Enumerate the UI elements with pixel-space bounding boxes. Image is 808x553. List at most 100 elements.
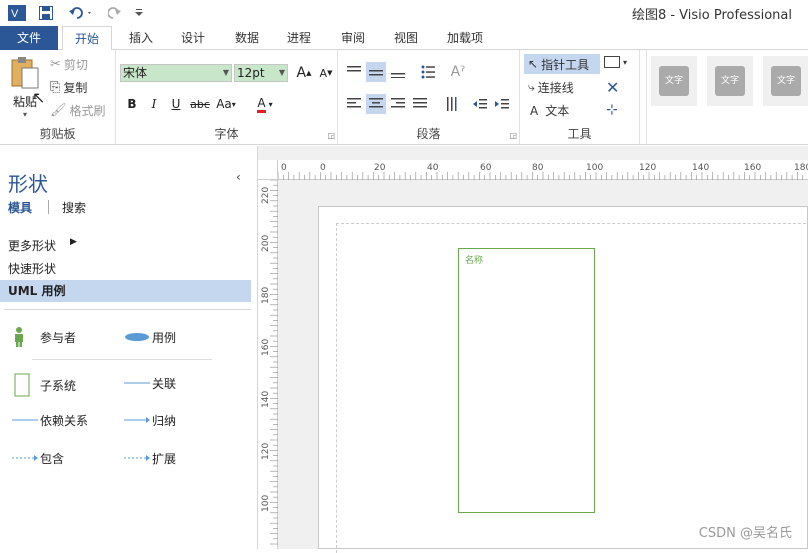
align-left-icon[interactable] [344,94,364,114]
customize-toolbar-icon[interactable] [132,4,146,22]
ruler-tick-label: 140 [692,163,709,173]
subsystem-icon [12,373,40,397]
shape-generalization[interactable]: 归纳 [124,410,176,430]
strikethrough-button[interactable]: abc [188,94,212,114]
grow-font-button[interactable]: A ▲ [294,63,314,83]
cut-button[interactable]: ✂ 剪切 [50,56,88,73]
align-center-icon[interactable] [366,94,386,114]
align-bottom-icon[interactable] [388,62,408,82]
italic-button[interactable]: I [144,94,164,114]
shape-subsystem[interactable]: 子系统 [12,373,76,397]
tab-insert[interactable]: 插入 [118,26,164,50]
dashed-arrow-icon [124,448,152,468]
rectangle-tool-button[interactable]: ▾ [604,56,627,68]
shape-actor[interactable]: 参与者 [12,327,76,347]
shape-association[interactable]: 关联 [124,373,176,393]
increase-indent-icon[interactable] [492,94,512,114]
shape-style-tile[interactable]: 文字 [707,56,753,106]
grow-font-icon: A [296,65,307,81]
text-direction-icon[interactable] [442,94,462,114]
font-size-select[interactable]: 12pt ▼ [234,64,288,82]
undo-icon[interactable] [66,4,96,22]
format-painter-button[interactable]: 🖌 格式刷 [50,102,106,119]
align-top-icon[interactable] [344,62,364,82]
tools-group: ↖ 指针工具 ⤷ 连接线 A 文本 ▾ ✕ ⊹ 工具 [520,50,640,144]
ruler-tick-label: 40 [427,163,439,173]
subsystem-shape[interactable]: 名称 [458,248,595,513]
tab-review[interactable]: 审阅 [330,26,376,50]
change-case-label: Aa [216,97,232,111]
underline-button[interactable]: U [166,94,186,114]
tab-addins[interactable]: 加载项 [436,26,494,50]
collapse-panel-icon[interactable]: ‹ [236,170,241,184]
shape-style-tile[interactable]: 文字 [763,56,808,106]
copy-button[interactable]: ⎘ 复制 [50,79,87,96]
tab-view[interactable]: 视图 [383,26,429,50]
shrink-font-button[interactable]: A ▼ [316,63,336,83]
shape-styles-gallery: 文字 文字 文字 [646,50,808,144]
divider [32,359,212,360]
text-tool-button[interactable]: A 文本 [530,102,569,119]
tab-design[interactable]: 设计 [170,26,216,50]
more-shapes-link[interactable]: 更多形状 ▶ [8,237,77,254]
panel-title: 形状 [8,172,48,196]
change-case-button[interactable]: Aa ▾ [212,94,240,114]
cut-label: 剪切 [63,58,88,72]
ruler-tick-label: 120 [261,443,271,460]
tab-home[interactable]: 开始 [62,26,112,51]
pointer-tool-button[interactable]: ↖ 指针工具 [524,54,600,74]
justify-icon[interactable] [410,94,430,114]
font-group: 宋体 ▼ 12pt ▼ A ▲ A ▼ B I U abc Aa ▾ A ▾ 字体 ◲ [116,50,338,144]
align-right-icon[interactable] [388,94,408,114]
font-color-icon: A [257,96,266,113]
shape-label: 参与者 [40,330,77,345]
ruler-tick-label: 80 [532,163,544,173]
quick-shapes-link[interactable]: 快速形状 [8,260,56,277]
dialog-launcher-icon[interactable]: ◲ [509,131,517,140]
bullets-icon[interactable] [418,62,438,82]
save-icon[interactable] [36,4,56,22]
tab-file[interactable]: 文件 [0,26,58,50]
redo-icon[interactable] [106,4,124,22]
ruler-tick-label: 160 [744,163,761,173]
ruler-tick-label: 180 [794,163,808,173]
shape-label: 关联 [152,376,177,391]
font-color-button[interactable]: A ▾ [250,94,280,114]
brush-icon: 🖌 [50,103,67,118]
dialog-launcher-icon[interactable]: ◲ [327,131,335,140]
stencil-uml-use-case[interactable]: UML 用例 [0,280,251,302]
text-rotate-icon[interactable]: Aˀ [448,62,468,82]
drawing-canvas[interactable]: 0 0 20 40 60 80 100 120 140 160 180 220 200 180 160 14… [258,146,808,553]
shape-style-tile[interactable]: 文字 [651,56,697,106]
shape-use-case[interactable]: 用例 [124,327,176,347]
shape-include[interactable]: 包含 [12,448,64,468]
app-title: 绘图8 - Visio Professional [631,8,792,23]
paragraph-group: Aˀ 段落 ◲ [338,50,520,144]
ellipse-icon [124,327,152,347]
dependency-line-icon [12,410,40,430]
ribbon: 粘贴 ▾ ✂ 剪切 ⎘ 复制 🖌 格式刷 剪贴板 宋体 ▼ 12pt ▼ A ▲ A ▼ B … [0,50,808,145]
copy-label: 复制 [63,81,88,95]
connector-label: 连接线 [537,81,574,95]
shape-dependency[interactable]: 依赖关系 [12,410,88,430]
ribbon-tabs: 文件 开始 插入 设计 数据 进程 审阅 视图 加载项 [0,26,808,51]
tab-data[interactable]: 数据 [224,26,270,50]
ruler-tick-label: 180 [261,287,271,304]
ruler-tick-label: 100 [261,495,271,512]
connector-button[interactable]: ⤷ 连接线 [528,79,574,96]
close-icon[interactable]: ✕ [606,78,619,97]
style-tile-label: 文字 [659,66,689,96]
shape-extend[interactable]: 扩展 [124,448,176,468]
align-middle-icon[interactable] [366,62,386,82]
decrease-indent-icon[interactable] [470,94,490,114]
paste-button[interactable]: 粘贴 ▾ [6,54,44,120]
tab-separator [48,200,49,214]
tab-process[interactable]: 进程 [276,26,322,50]
tab-search[interactable]: 搜索 [62,199,86,216]
horizontal-ruler-ticks: 0 0 20 40 60 80 100 120 140 160 180 [277,163,808,180]
connection-point-icon[interactable]: ⊹ [606,102,618,118]
line-icon [124,373,152,393]
font-name-select[interactable]: 宋体 ▼ [120,64,232,82]
tab-stencils[interactable]: 模具 [8,199,32,216]
bold-button[interactable]: B [122,94,142,114]
